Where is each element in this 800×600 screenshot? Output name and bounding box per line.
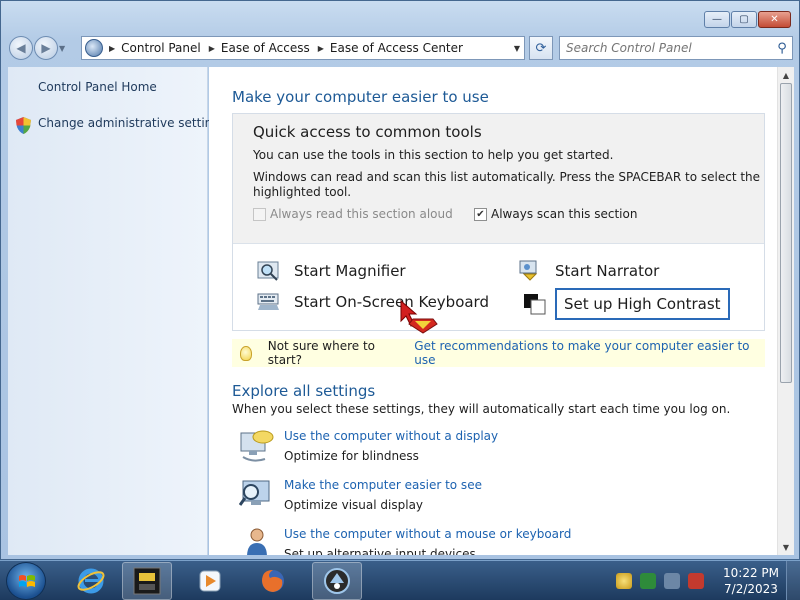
recommendation-tip: Not sure where to start? Get recommendat… xyxy=(232,339,765,367)
breadcrumb-arrow-icon[interactable]: ▶ xyxy=(109,44,115,53)
setting-link[interactable]: Make the computer easier to see xyxy=(284,478,482,492)
recent-pages-chevron-icon[interactable]: ▼ xyxy=(59,44,69,53)
change-admin-settings-link[interactable]: Change administrative settings xyxy=(38,116,226,130)
search-input[interactable] xyxy=(560,41,772,55)
search-box[interactable]: ⚲ xyxy=(559,36,793,60)
control-panel-window: — ▢ ✕ ◀ ▶ ▼ ▶ Control Panel ▶ Ease of Ac… xyxy=(0,0,800,560)
setting-description: Optimize for blindness xyxy=(284,449,419,463)
setup-high-contrast-label[interactable]: Set up High Contrast xyxy=(555,288,730,320)
ease-of-access-icon xyxy=(324,568,350,594)
start-magnifier-tool[interactable]: Start Magnifier xyxy=(257,260,406,282)
high-contrast-icon xyxy=(524,294,546,315)
forward-button[interactable]: ▶ xyxy=(34,36,58,60)
person-icon xyxy=(247,528,267,555)
quick-access-panel: Quick access to common tools You can use… xyxy=(232,113,765,331)
explore-settings-heading: Explore all settings xyxy=(232,382,376,400)
breadcrumb-ease-of-access-center[interactable]: Ease of Access Center xyxy=(330,41,463,55)
close-button[interactable]: ✕ xyxy=(758,11,791,28)
minimize-button[interactable]: — xyxy=(704,11,730,28)
control-panel-icon xyxy=(85,39,103,57)
read-aloud-checkbox: Always read this section aloud xyxy=(253,207,453,221)
quick-access-header: Quick access to common tools You can use… xyxy=(233,114,764,244)
always-scan-checkbox-box[interactable]: ✔ xyxy=(474,207,487,221)
mouse-cursor-icon xyxy=(400,299,438,334)
left-navigation-pane: Control Panel Home Change administrative… xyxy=(8,67,226,555)
application-icon xyxy=(133,567,161,595)
lightbulb-icon xyxy=(240,345,252,361)
get-recommendations-link[interactable]: Get recommendations to make your compute… xyxy=(414,339,765,367)
monitor-speech-icon xyxy=(240,430,274,462)
media-player-taskbar-button[interactable] xyxy=(185,562,235,600)
firefox-icon xyxy=(262,570,284,592)
search-icon[interactable]: ⚲ xyxy=(772,41,792,56)
setting-easier-to-see: Make the computer easier to see Optimize… xyxy=(239,478,739,522)
setting-description: Optimize visual display xyxy=(284,498,424,512)
app-taskbar-button[interactable] xyxy=(122,562,172,600)
magnifier-icon xyxy=(257,261,279,281)
quick-access-intro: You can use the tools in this section to… xyxy=(253,148,614,162)
setting-without-display: Use the computer without a display Optim… xyxy=(239,429,739,473)
breadcrumb-arrow-icon[interactable]: ▶ xyxy=(209,44,215,53)
always-scan-label[interactable]: Always scan this section xyxy=(491,207,637,221)
read-aloud-label: Always read this section aloud xyxy=(270,207,453,221)
main-content-pane: Make your computer easier to use Quick a… xyxy=(209,67,777,555)
start-button[interactable] xyxy=(6,562,46,600)
tray-app-icon[interactable] xyxy=(616,573,632,589)
breadcrumb-ease-of-access[interactable]: Ease of Access xyxy=(221,41,310,55)
quick-access-scan-line-1: Windows can read and scan this list auto… xyxy=(253,170,761,184)
volume-muted-icon[interactable] xyxy=(688,573,704,589)
vertical-scrollbar[interactable]: ▲ ▼ xyxy=(777,67,794,555)
system-clock[interactable]: 10:22 PM 7/2/2023 xyxy=(716,565,786,597)
taskbar: 10:22 PM 7/2/2023 xyxy=(0,560,800,600)
monitor-magnifier-icon xyxy=(239,480,270,506)
setting-without-mouse-keyboard: Use the computer without a mouse or keyb… xyxy=(239,527,739,555)
start-narrator-tool[interactable]: Start Narrator xyxy=(518,260,659,282)
setting-description: Set up alternative input devices xyxy=(284,547,476,555)
page-title: Make your computer easier to use xyxy=(232,88,489,106)
control-panel-home-link[interactable]: Control Panel Home xyxy=(38,80,157,94)
setting-link[interactable]: Use the computer without a display xyxy=(284,429,498,443)
setup-high-contrast-tool[interactable]: Set up High Contrast xyxy=(523,288,730,320)
navigation-bar: ◀ ▶ ▼ ▶ Control Panel ▶ Ease of Access ▶… xyxy=(9,35,793,61)
caption-buttons: — ▢ ✕ xyxy=(703,11,791,28)
tip-text: Not sure where to start? xyxy=(267,339,376,367)
scroll-thumb[interactable] xyxy=(780,83,792,383)
breadcrumb-control-panel[interactable]: Control Panel xyxy=(121,41,201,55)
internet-explorer-taskbar-button[interactable] xyxy=(66,562,116,600)
ease-of-access-taskbar-button[interactable] xyxy=(312,562,362,600)
network-icon[interactable] xyxy=(664,573,680,589)
start-narrator-label[interactable]: Start Narrator xyxy=(555,262,659,280)
explore-settings-subtitle: When you select these settings, they wil… xyxy=(232,402,731,416)
keyboard-icon xyxy=(257,293,279,310)
maximize-button[interactable]: ▢ xyxy=(731,11,757,28)
show-desktop-button[interactable] xyxy=(786,561,800,600)
action-center-flag-icon[interactable] xyxy=(640,573,656,589)
address-bar[interactable]: ▶ Control Panel ▶ Ease of Access ▶ Ease … xyxy=(81,36,525,60)
internet-explorer-icon xyxy=(77,568,105,594)
read-aloud-checkbox-box xyxy=(253,207,266,221)
address-dropdown-icon[interactable]: ▼ xyxy=(514,44,520,53)
scroll-down-icon[interactable]: ▼ xyxy=(778,539,794,555)
quick-access-title: Quick access to common tools xyxy=(253,123,482,141)
narrator-icon xyxy=(519,260,538,281)
breadcrumb-arrow-icon[interactable]: ▶ xyxy=(318,44,324,53)
clock-time: 10:22 PM xyxy=(723,566,779,580)
notification-area: 10:22 PM 7/2/2023 xyxy=(612,561,800,600)
clock-date: 7/2/2023 xyxy=(724,582,778,596)
back-button[interactable]: ◀ xyxy=(9,36,33,60)
firefox-taskbar-button[interactable] xyxy=(248,562,298,600)
quick-access-scan-line-2: highlighted tool. xyxy=(253,185,352,199)
setting-link[interactable]: Use the computer without a mouse or keyb… xyxy=(284,527,571,541)
scroll-up-icon[interactable]: ▲ xyxy=(778,67,794,83)
uac-shield-icon xyxy=(16,117,31,134)
start-magnifier-label[interactable]: Start Magnifier xyxy=(294,262,406,280)
start-onscreen-keyboard-tool[interactable]: Start On-Screen Keyboard xyxy=(257,291,489,313)
refresh-button[interactable]: ⟳ xyxy=(529,36,553,60)
always-scan-checkbox[interactable]: ✔ Always scan this section xyxy=(474,207,637,221)
media-player-icon xyxy=(199,570,221,592)
windows-logo-icon xyxy=(19,575,35,587)
start-onscreen-keyboard-label[interactable]: Start On-Screen Keyboard xyxy=(294,293,489,311)
